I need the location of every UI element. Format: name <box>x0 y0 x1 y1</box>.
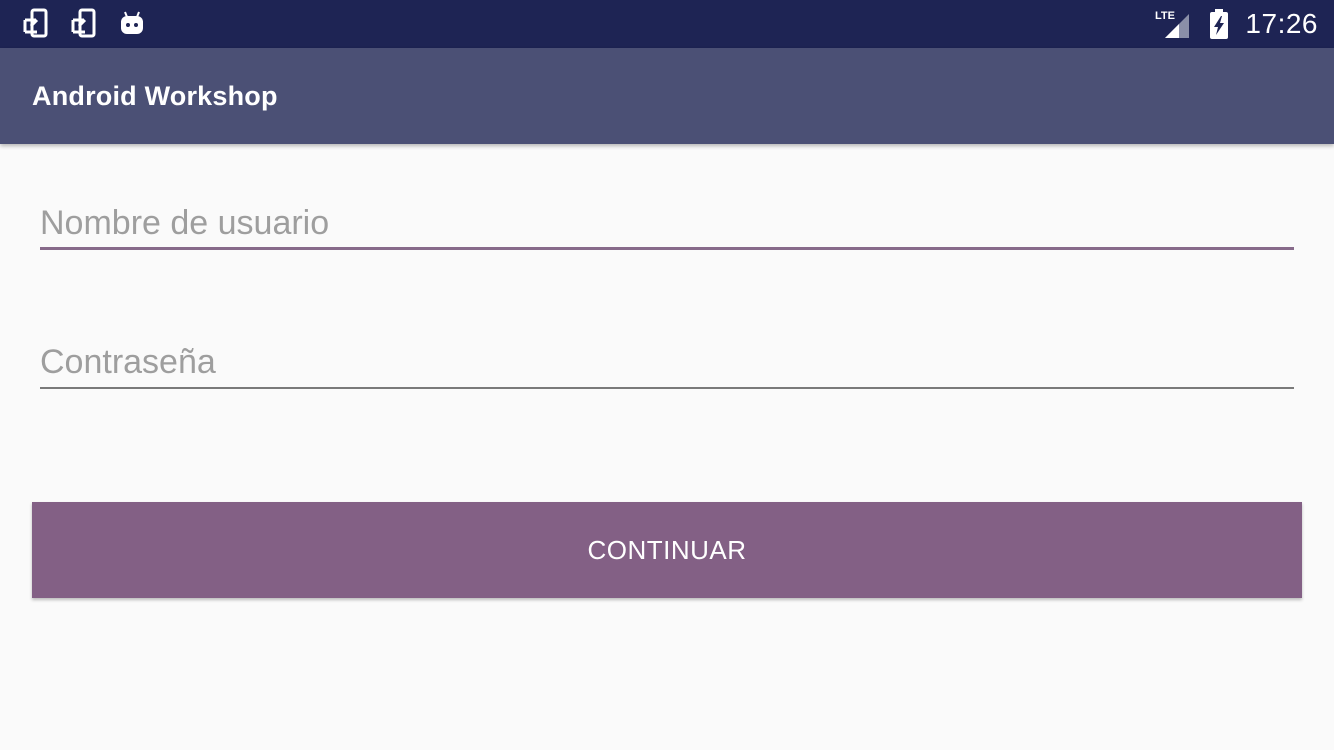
username-input[interactable] <box>40 195 1294 251</box>
screen-rotation-icon <box>71 8 96 38</box>
screen-rotation-icon <box>23 8 48 38</box>
password-input[interactable] <box>40 334 1294 390</box>
password-underline <box>40 387 1294 389</box>
status-bar: LTE 17:26 <box>0 0 1334 48</box>
continue-button[interactable]: CONTINUAR <box>32 502 1302 598</box>
signal-icon: LTE <box>1155 10 1190 38</box>
battery-charging-icon <box>1210 9 1229 39</box>
password-field[interactable] <box>40 334 1294 390</box>
network-type-label: LTE <box>1155 10 1175 22</box>
app-title: Android Workshop <box>32 81 278 111</box>
status-clock: 17:26 <box>1245 8 1318 39</box>
username-underline <box>40 247 1294 250</box>
app-bar: Android Workshop <box>0 48 1334 144</box>
username-field[interactable] <box>40 195 1294 251</box>
android-icon <box>121 11 143 34</box>
